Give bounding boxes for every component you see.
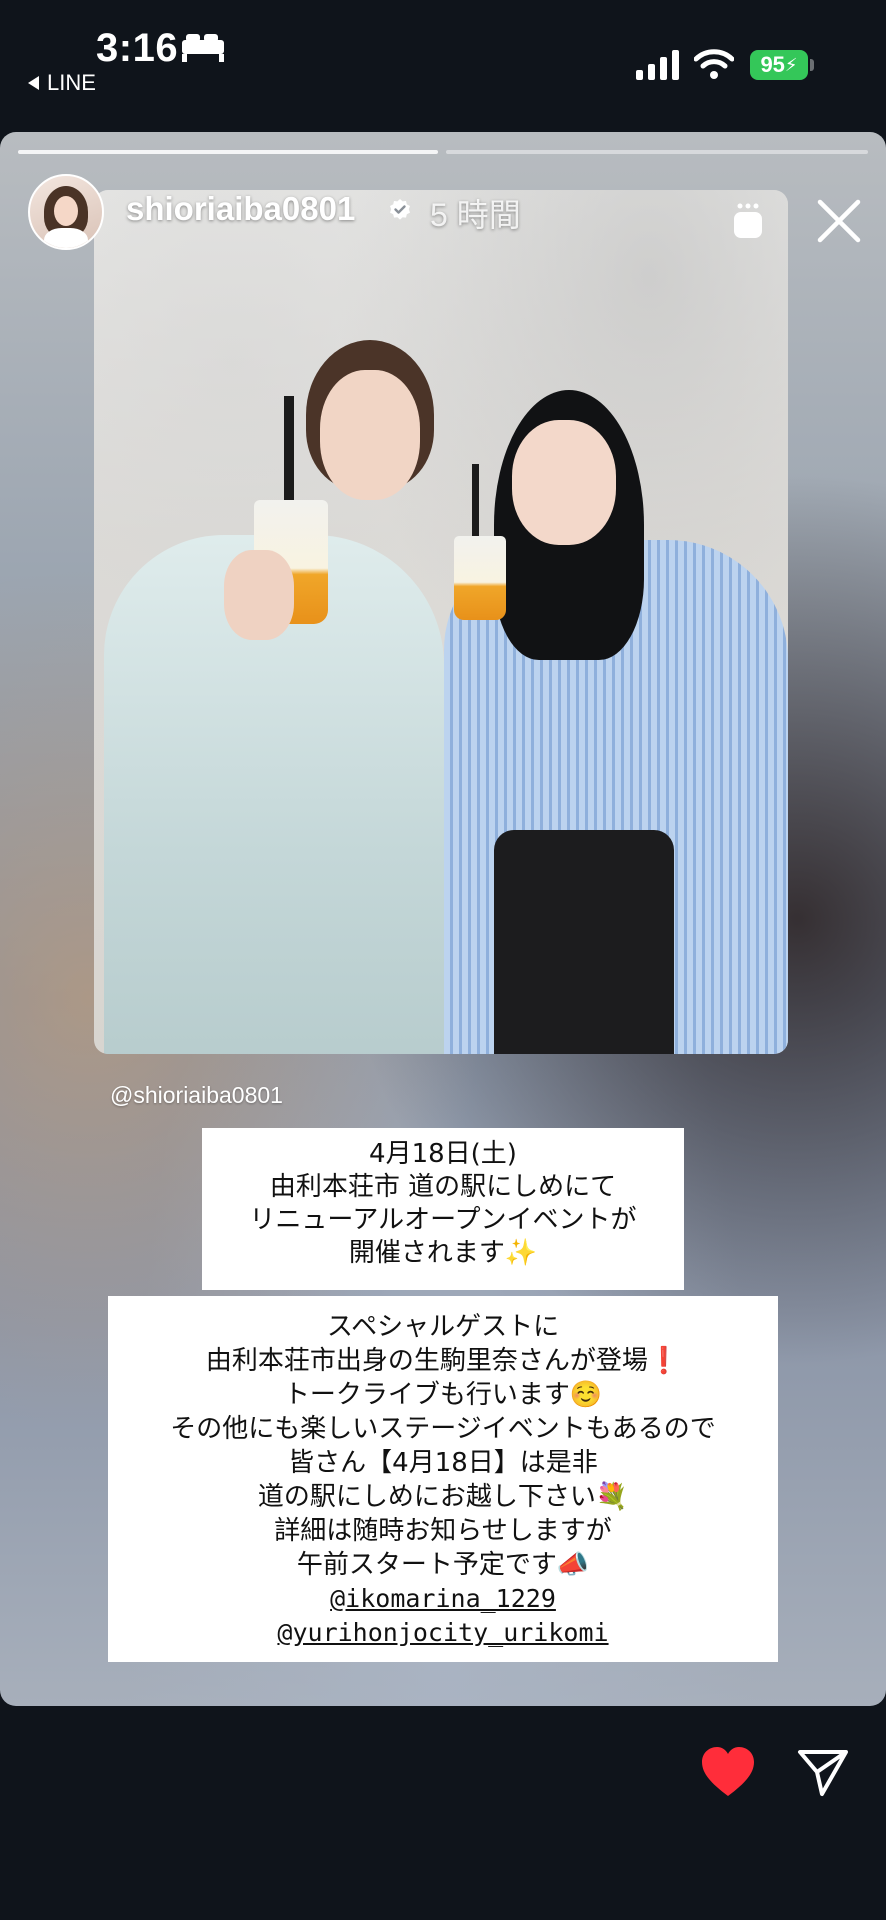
text-line: 詳細は随時お知らせしますが xyxy=(274,1516,612,1546)
text-line: 由利本荘市 道の駅にしめにて xyxy=(269,1172,617,1202)
text-line: 4月18日(土) xyxy=(369,1139,517,1169)
story-viewer[interactable]: shioriaiba0801 5 時間 @shioriaiba0801 4月18… xyxy=(0,132,886,1706)
text-line: 由利本荘市出身の生駒里奈さんが登場❗️ xyxy=(205,1346,681,1376)
text-line: リニューアルオープンイベントが xyxy=(249,1205,637,1235)
close-icon[interactable] xyxy=(814,196,864,246)
story-username[interactable]: shioriaiba0801 xyxy=(126,190,355,228)
more-options-icon[interactable] xyxy=(728,202,768,242)
status-bar: 3:16 LINE 95 ⚡ xyxy=(0,0,886,120)
battery-indicator: 95 ⚡ xyxy=(750,50,808,80)
charging-bolt-icon: ⚡ xyxy=(784,54,798,75)
back-app-label: LINE xyxy=(47,70,96,95)
photo-person-left-face xyxy=(320,370,420,500)
like-heart-icon[interactable] xyxy=(700,1746,756,1798)
verified-badge-icon xyxy=(390,199,410,220)
avatar[interactable] xyxy=(28,174,104,250)
photo-straw-right xyxy=(472,464,479,540)
mention-link-ikomarina[interactable]: @ikomarina_1229 xyxy=(108,1582,778,1616)
back-to-app-link[interactable]: LINE xyxy=(28,70,96,96)
text-line: その他にも楽しいステージイベントもあるので xyxy=(170,1414,716,1444)
photo-hand-left xyxy=(224,550,294,640)
photo-straw-left xyxy=(284,396,294,506)
battery-level: 95 xyxy=(760,52,785,77)
text-line: 皆さん【4月18日】は是非 xyxy=(288,1448,598,1478)
story-progress-segment-1 xyxy=(18,150,438,154)
status-time: 3:16 xyxy=(96,26,179,70)
mention-link-yurihonjocity[interactable]: @yurihonjocity_urikomi xyxy=(108,1616,778,1650)
back-arrow-icon xyxy=(28,76,39,90)
story-text-box-1: 4月18日(土) 由利本荘市 道の駅にしめにて リニューアルオープンイベントが … xyxy=(202,1128,684,1290)
sleep-focus-icon xyxy=(182,34,224,62)
wifi-icon xyxy=(694,49,734,79)
story-progress-segment-2 xyxy=(446,150,868,154)
cellular-signal-icon xyxy=(636,50,679,80)
story-header: shioriaiba0801 5 時間 xyxy=(28,174,861,250)
text-line: 午前スタート予定です📣 xyxy=(296,1550,590,1580)
text-line: トークライブも行います☺️ xyxy=(283,1380,603,1410)
text-line: 開催されます✨ xyxy=(348,1238,538,1268)
photo-person-right-face xyxy=(512,420,616,545)
text-line: スペシャルゲストに xyxy=(326,1312,560,1342)
battery-nub xyxy=(810,59,814,71)
story-photo xyxy=(94,190,788,1054)
story-time-ago: 5 時間 xyxy=(430,197,521,233)
story-text-box-2: スペシャルゲストに 由利本荘市出身の生駒里奈さんが登場❗️ トークライブも行いま… xyxy=(108,1296,778,1662)
photo-person-right-skirt xyxy=(494,830,674,1054)
mention-sticker[interactable]: @shioriaiba0801 xyxy=(110,1082,283,1109)
photo-drink-cup-right xyxy=(454,536,506,620)
send-direct-icon[interactable] xyxy=(796,1746,850,1798)
text-line: 道の駅にしめにお越し下さい💐 xyxy=(257,1482,629,1512)
